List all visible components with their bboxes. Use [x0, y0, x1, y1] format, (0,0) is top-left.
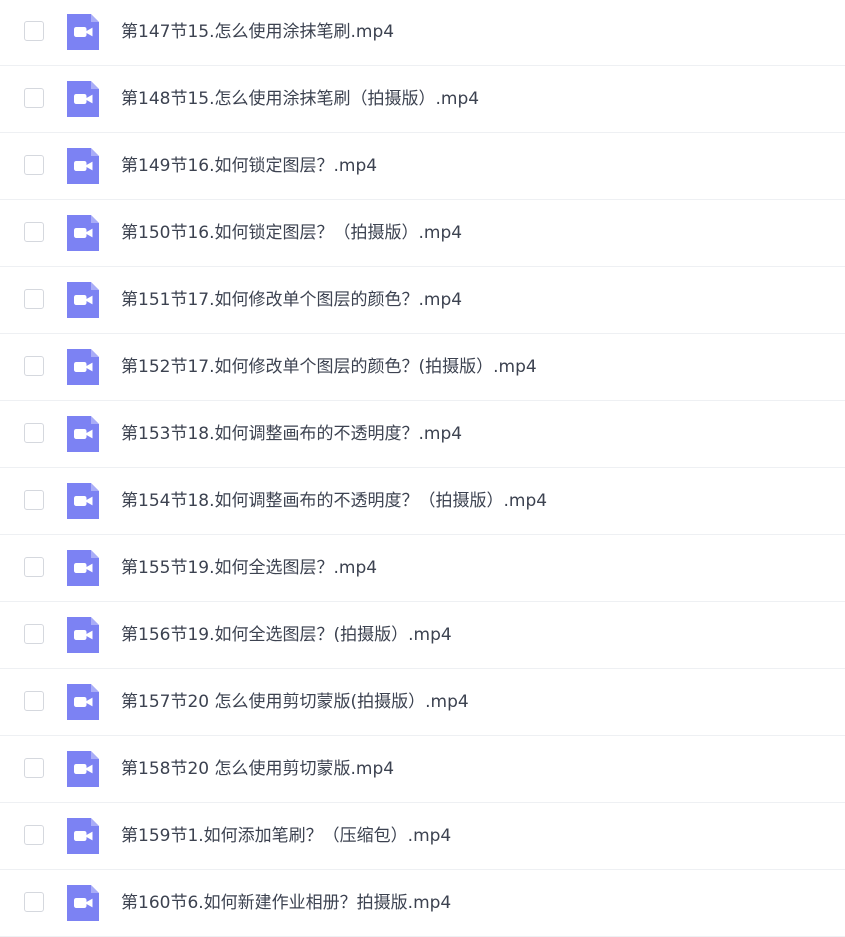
- video-file-icon: [67, 818, 99, 854]
- file-row[interactable]: 第160节6.如何新建作业相册？拍摄版.mp4: [0, 870, 845, 937]
- file-name[interactable]: 第147节15.怎么使用涂抹笔刷.mp4: [121, 19, 394, 45]
- file-name[interactable]: 第153节18.如何调整画布的不透明度？.mp4: [121, 421, 462, 447]
- file-row[interactable]: 第153节18.如何调整画布的不透明度？.mp4: [0, 401, 845, 468]
- file-row[interactable]: 第155节19.如何全选图层？.mp4: [0, 535, 845, 602]
- file-name[interactable]: 第160节6.如何新建作业相册？拍摄版.mp4: [121, 890, 451, 916]
- file-name[interactable]: 第149节16.如何锁定图层？.mp4: [121, 153, 377, 179]
- file-name[interactable]: 第151节17.如何修改单个图层的颜色？.mp4: [121, 287, 462, 313]
- row-checkbox[interactable]: [24, 356, 44, 376]
- row-checkbox[interactable]: [24, 825, 44, 845]
- file-name[interactable]: 第154节18.如何调整画布的不透明度？（拍摄版）.mp4: [121, 488, 547, 514]
- video-file-icon: [67, 550, 99, 586]
- video-file-icon: [67, 885, 99, 921]
- file-name[interactable]: 第155节19.如何全选图层？.mp4: [121, 555, 377, 581]
- row-checkbox[interactable]: [24, 222, 44, 242]
- file-name[interactable]: 第152节17.如何修改单个图层的颜色？(拍摄版）.mp4: [121, 354, 537, 380]
- row-checkbox[interactable]: [24, 691, 44, 711]
- file-row[interactable]: 第159节1.如何添加笔刷？（压缩包）.mp4: [0, 803, 845, 870]
- video-file-icon: [67, 349, 99, 385]
- video-file-icon: [67, 483, 99, 519]
- video-file-icon: [67, 617, 99, 653]
- row-checkbox[interactable]: [24, 557, 44, 577]
- file-name[interactable]: 第159节1.如何添加笔刷？（压缩包）.mp4: [121, 823, 451, 849]
- file-row[interactable]: 第147节15.怎么使用涂抹笔刷.mp4: [0, 0, 845, 66]
- row-checkbox[interactable]: [24, 490, 44, 510]
- file-row[interactable]: 第149节16.如何锁定图层？.mp4: [0, 133, 845, 200]
- file-name[interactable]: 第157节20 怎么使用剪切蒙版(拍摄版）.mp4: [121, 689, 469, 715]
- file-name[interactable]: 第156节19.如何全选图层？(拍摄版）.mp4: [121, 622, 452, 648]
- file-row[interactable]: 第157节20 怎么使用剪切蒙版(拍摄版）.mp4: [0, 669, 845, 736]
- row-checkbox[interactable]: [24, 892, 44, 912]
- file-name[interactable]: 第148节15.怎么使用涂抹笔刷（拍摄版）.mp4: [121, 86, 479, 112]
- row-checkbox[interactable]: [24, 21, 44, 41]
- file-row[interactable]: 第154节18.如何调整画布的不透明度？（拍摄版）.mp4: [0, 468, 845, 535]
- row-checkbox[interactable]: [24, 423, 44, 443]
- video-file-icon: [67, 684, 99, 720]
- video-file-icon: [67, 215, 99, 251]
- row-checkbox[interactable]: [24, 88, 44, 108]
- file-row[interactable]: 第151节17.如何修改单个图层的颜色？.mp4: [0, 267, 845, 334]
- video-file-icon: [67, 81, 99, 117]
- video-file-icon: [67, 282, 99, 318]
- video-file-icon: [67, 751, 99, 787]
- file-row[interactable]: 第158节20 怎么使用剪切蒙版.mp4: [0, 736, 845, 803]
- video-file-icon: [67, 14, 99, 50]
- row-checkbox[interactable]: [24, 624, 44, 644]
- file-name[interactable]: 第150节16.如何锁定图层？（拍摄版）.mp4: [121, 220, 462, 246]
- file-list: 第147节15.怎么使用涂抹笔刷.mp4 第148节15.怎么使用涂抹笔刷（拍摄…: [0, 0, 845, 937]
- file-row[interactable]: 第156节19.如何全选图层？(拍摄版）.mp4: [0, 602, 845, 669]
- row-checkbox[interactable]: [24, 289, 44, 309]
- video-file-icon: [67, 416, 99, 452]
- file-name[interactable]: 第158节20 怎么使用剪切蒙版.mp4: [121, 756, 394, 782]
- file-row[interactable]: 第150节16.如何锁定图层？（拍摄版）.mp4: [0, 200, 845, 267]
- file-row[interactable]: 第148节15.怎么使用涂抹笔刷（拍摄版）.mp4: [0, 66, 845, 133]
- row-checkbox[interactable]: [24, 155, 44, 175]
- file-row[interactable]: 第152节17.如何修改单个图层的颜色？(拍摄版）.mp4: [0, 334, 845, 401]
- video-file-icon: [67, 148, 99, 184]
- row-checkbox[interactable]: [24, 758, 44, 778]
